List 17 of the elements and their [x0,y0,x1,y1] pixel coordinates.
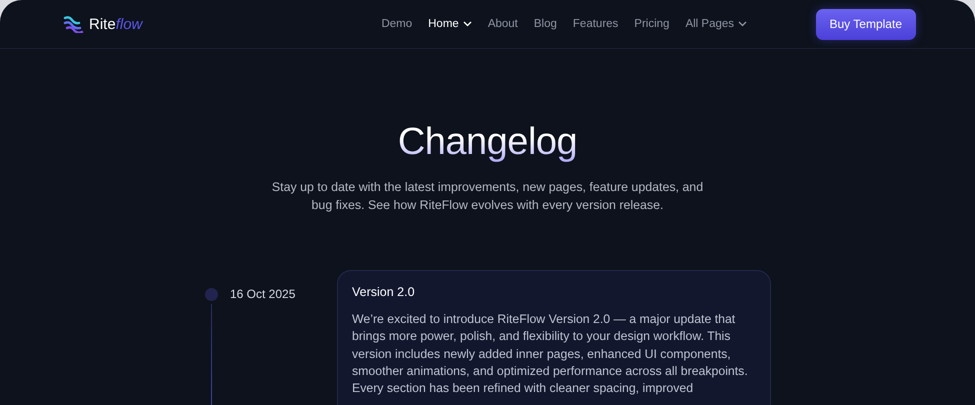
version-title: Version 2.0 [352,285,416,299]
version-description: We’re excited to introduce RiteFlow Version 2.0 — a major update that brings more power, polish, and flexibility to your design workflow. This version includes newly added inner pages, enhanced UI components, smoother animations, and optimized performance across all breakpoints. Every section has been refined with cleaner spacing, improved [352,311,749,398]
entry-date: 16 Oct 2025 [229,286,296,303]
logo-icon [63,15,85,33]
chevron-down-icon [462,21,472,27]
nav-link[interactable]: Home [420,14,480,34]
nav-link[interactable]: All Pages [677,14,756,34]
nav-link[interactable]: About [480,14,526,34]
nav-link[interactable]: Blog [526,14,565,34]
timeline-dot [204,288,218,301]
nav-link[interactable]: Demo [373,14,420,34]
page-subtitle: Stay up to date with the latest improvements, new pages, feature updates, and bug fixes. See how RiteFlow evolves with every version release. [270,179,704,214]
nav-link[interactable]: Features [564,14,626,34]
buy-template-button[interactable]: Buy Template [816,8,916,40]
logo-text[interactable]: Riteflow [89,16,142,32]
chevron-down-icon [738,21,748,27]
nav-link[interactable]: Pricing [626,14,678,34]
